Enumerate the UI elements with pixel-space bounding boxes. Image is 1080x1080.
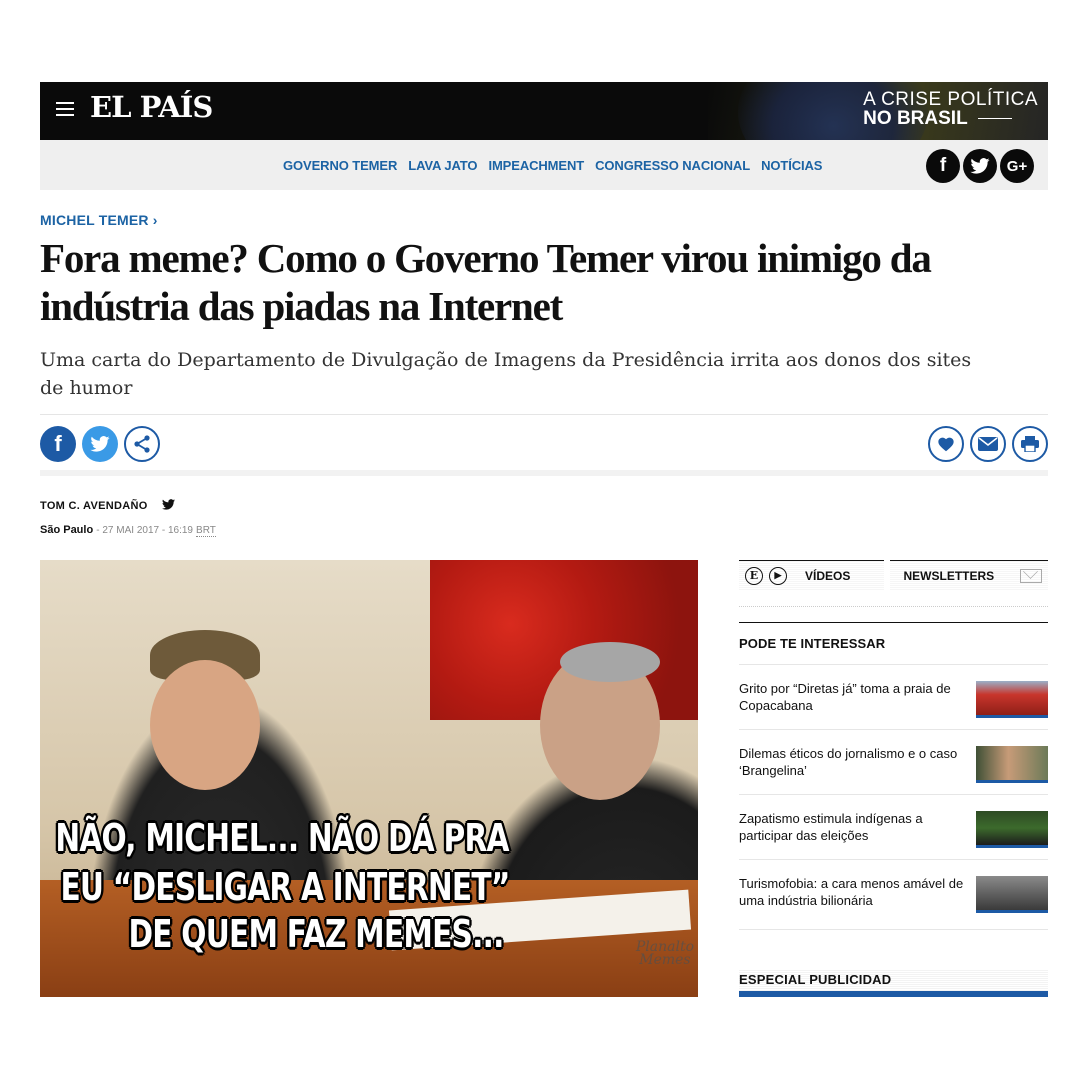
author-name[interactable]: TOM C. AVENDAÑO — [40, 500, 148, 512]
envelope-icon — [1020, 568, 1042, 583]
special-advertising-header: ESPECIAL PUBLICIDAD — [739, 969, 1048, 997]
related-item-thumbnail — [976, 811, 1048, 848]
article-actions — [928, 426, 1048, 462]
divider — [40, 414, 1048, 415]
related-item-title: Grito por “Diretas já” toma a praia de C… — [739, 681, 951, 713]
nav-link-governo-temer[interactable]: GOVERNO TEMER — [283, 158, 397, 173]
top-header-bar: EL PAÍS A CRISE POLÍTICA NO BRASIL — [40, 82, 1048, 140]
nav-link-congresso-nacional[interactable]: CONGRESSO NACIONAL — [595, 158, 750, 173]
tab-videos[interactable]: E ▶ VÍDEOS — [739, 560, 884, 590]
divider — [739, 606, 1048, 607]
crisis-rule — [977, 118, 1012, 119]
related-item[interactable]: Grito por “Diretas já” toma a praia de C… — [739, 664, 1048, 729]
google-plus-icon[interactable]: G+ — [1000, 149, 1034, 183]
section-breadcrumb[interactable]: MICHEL TEMER › — [40, 212, 158, 228]
hamburger-menu-icon[interactable] — [56, 102, 74, 116]
related-item-title: Turismofobia: a cara menos amável de uma… — [739, 876, 964, 908]
related-item[interactable]: Dilemas éticos do jornalismo e o caso ‘B… — [739, 729, 1048, 794]
meme-caption-line3: DE QUEM FAZ MEMES... — [128, 912, 504, 956]
divider — [40, 470, 1048, 476]
nav-link-impeachment[interactable]: IMPEACHMENT — [488, 158, 584, 173]
article-headline: Fora meme? Como o Governo Temer virou in… — [40, 235, 932, 329]
heart-icon[interactable] — [928, 426, 964, 462]
author-twitter-icon[interactable] — [161, 499, 175, 513]
crisis-section-link[interactable]: A CRISE POLÍTICA NO BRASIL — [863, 90, 1038, 128]
related-title: PODE TE INTERESSAR — [739, 636, 886, 651]
play-icon: ▶ — [769, 566, 787, 585]
related-item-thumbnail — [976, 746, 1048, 783]
byline: TOM C. AVENDAÑO — [40, 499, 175, 513]
meme-caption-line1: NÃO, MICHEL... NÃO DÁ PRA — [55, 816, 509, 860]
section-nav-links: GOVERNO TEMER LAVA JATO IMPEACHMENT CONG… — [283, 158, 822, 173]
related-item-thumbnail — [976, 876, 1048, 913]
print-icon[interactable] — [1012, 426, 1048, 462]
sidebar-tabs: E ▶ VÍDEOS NEWSLETTERS — [739, 560, 1048, 590]
share-more-icon[interactable] — [124, 426, 160, 462]
related-item-title: Dilemas éticos do jornalismo e o caso ‘B… — [739, 746, 958, 778]
related-list: Grito por “Diretas já” toma a praia de C… — [739, 664, 1048, 924]
tab-videos-label: VÍDEOS — [805, 568, 851, 583]
share-twitter-icon[interactable] — [82, 426, 118, 462]
divider — [739, 929, 1048, 930]
related-item[interactable]: Turismofobia: a cara menos amável de uma… — [739, 859, 1048, 924]
share-buttons: f — [40, 426, 160, 462]
ep-logo-icon: E — [745, 566, 763, 585]
el-pais-logo[interactable]: EL PAÍS — [90, 90, 213, 124]
article-subheadline: Uma carta do Departamento de Divulgação … — [40, 349, 972, 399]
article-main-image[interactable]: NÃO, MICHEL... NÃO DÁ PRA EU “DESLIGAR A… — [40, 560, 698, 997]
nav-link-lava-jato[interactable]: LAVA JATO — [408, 158, 477, 173]
share-facebook-icon[interactable]: f — [40, 426, 76, 462]
tab-newsletters[interactable]: NEWSLETTERS — [889, 560, 1048, 590]
header-social-icons: f G+ — [926, 149, 1034, 183]
tab-newsletters-label: NEWSLETTERS — [903, 568, 995, 583]
crisis-title-line2: NO BRASIL — [863, 108, 968, 129]
dateline-timezone: BRT — [196, 525, 216, 537]
nav-link-noticias[interactable]: NOTÍCIAS — [761, 158, 822, 173]
dateline: São Paulo - 27 MAI 2017 - 16:19 BRT — [40, 524, 216, 537]
divider — [739, 622, 1048, 623]
related-item-thumbnail — [976, 681, 1048, 718]
email-icon[interactable] — [970, 426, 1006, 462]
dateline-city: São Paulo — [40, 524, 94, 536]
section-nav-bar: GOVERNO TEMER LAVA JATO IMPEACHMENT CONG… — [40, 140, 1048, 190]
related-item[interactable]: Zapatismo estimula indígenas a participa… — [739, 794, 1048, 859]
crisis-title-line1: A CRISE POLÍTICA — [863, 89, 1038, 110]
planalto-memes-watermark: Planalto Memes — [635, 939, 694, 968]
dateline-date: - 27 MAI 2017 - 16:19 — [96, 525, 193, 536]
meme-caption-line2: EU “DESLIGAR A INTERNET” — [60, 865, 510, 909]
related-item-title: Zapatismo estimula indígenas a participa… — [739, 811, 923, 843]
twitter-icon[interactable] — [963, 149, 997, 183]
facebook-icon[interactable]: f — [926, 149, 960, 183]
